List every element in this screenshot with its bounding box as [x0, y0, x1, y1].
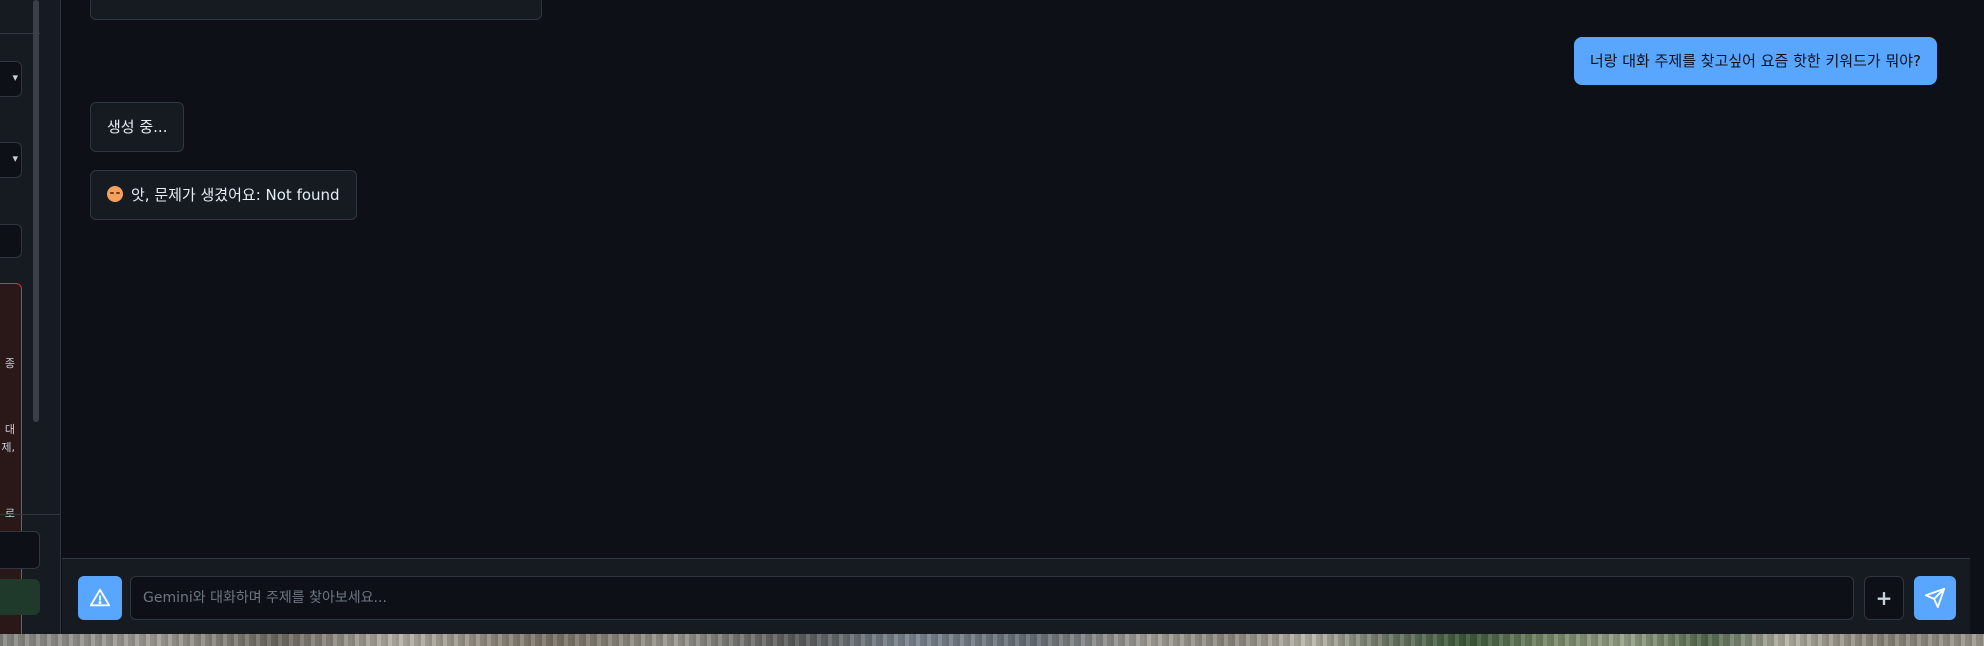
sidebar-secondary-button[interactable] [0, 531, 40, 569]
message-composer: + [62, 558, 1970, 634]
sidebar-divider [0, 514, 60, 515]
assistant-message-error: 앗, 문제가 생겼어요: Not found [90, 170, 357, 220]
paper-plane-icon [1924, 587, 1946, 609]
assistant-message-loading: 생성 중... [90, 102, 185, 152]
user-message: 너랑 대화 주제를 찾고싶어 요즘 핫한 키워드가 뭐야? [1573, 37, 1937, 85]
warning-triangle-icon [89, 588, 111, 607]
error-message-text: 앗, 문제가 생겼어요: Not found [131, 186, 340, 204]
chat-scrollbar[interactable] [1956, 0, 1970, 558]
user-message-text: 너랑 대화 주제를 찾고싶어 요즘 핫한 키워드가 뭐야? [1589, 52, 1921, 70]
warning-text-fragment: 대 [4, 423, 15, 436]
warning-text-fragment: 종 [4, 357, 15, 370]
chat-app: ▾ ▾ 종 대 제, 로 너랑 대화 주제를 찾고싶어 요즘 핫한 키워드가 뭐… [0, 0, 1984, 634]
sidebar-select-1[interactable]: ▾ [0, 61, 22, 97]
sidebar-primary-button[interactable] [0, 579, 40, 615]
desktop-wallpaper [0, 634, 1984, 646]
warning-button[interactable] [78, 576, 122, 620]
send-button[interactable] [1914, 576, 1956, 620]
sidebar-select-2[interactable]: ▾ [0, 142, 22, 178]
chevron-down-icon: ▾ [12, 71, 18, 84]
sidebar: ▾ ▾ 종 대 제, 로 [0, 0, 61, 634]
sidebar-input[interactable] [0, 224, 22, 258]
assistant-message-partial [90, 0, 542, 20]
downcast-face-emoji-icon [107, 186, 123, 202]
message-input[interactable] [130, 576, 1854, 620]
plus-icon: + [1875, 586, 1893, 610]
warning-text-fragment: 제, [1, 441, 15, 454]
chevron-down-icon: ▾ [12, 152, 18, 165]
sidebar-scrollbar[interactable] [33, 0, 39, 422]
attach-button[interactable]: + [1864, 576, 1904, 620]
loading-text: 생성 중... [107, 118, 168, 136]
chat-message-list: 너랑 대화 주제를 찾고싶어 요즘 핫한 키워드가 뭐야? 생성 중... 앗,… [62, 0, 1970, 558]
